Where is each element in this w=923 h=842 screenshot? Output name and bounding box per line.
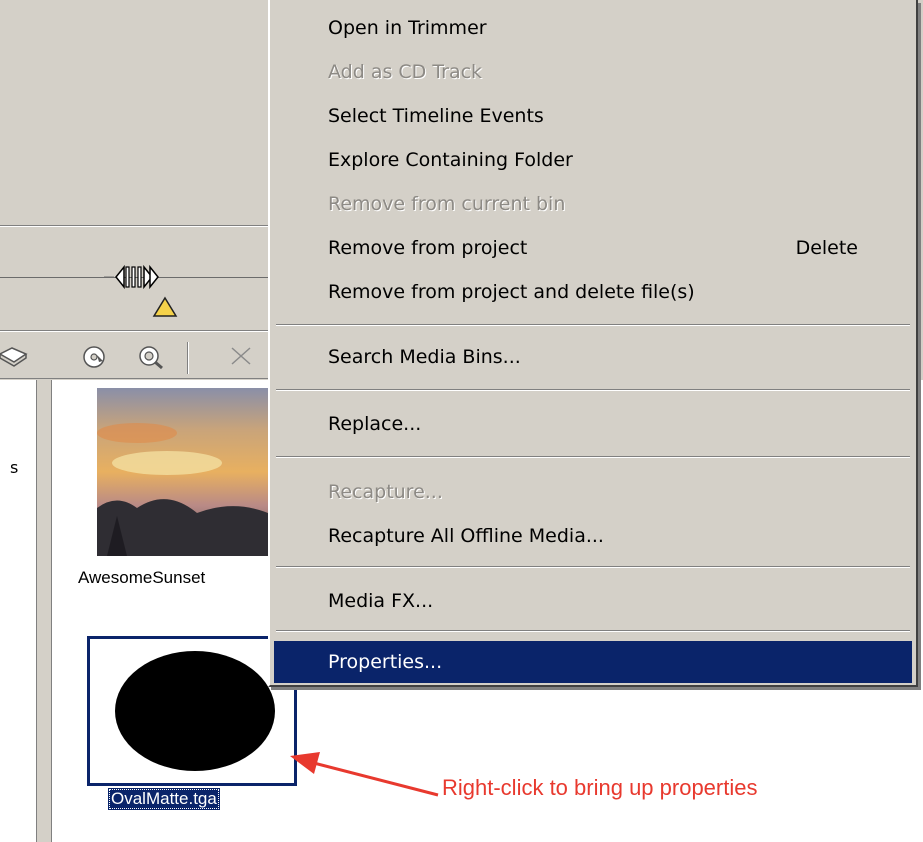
menu-item-media-fx[interactable]: Media FX... — [274, 580, 912, 622]
import-cd-icon[interactable] — [80, 344, 108, 370]
annotation-arrow-icon — [290, 752, 439, 797]
menu-separator — [276, 630, 910, 632]
menu-item-remove-from-current-bin[interactable]: Remove from current bin — [274, 183, 912, 225]
oval-matte-caption[interactable]: OvalMatte.tga — [108, 788, 220, 810]
open-folder-icon[interactable] — [0, 344, 28, 370]
annotation-text: Right-click to bring up properties — [442, 775, 758, 800]
divider — [0, 378, 275, 379]
oval-matte-thumbnail[interactable] — [87, 636, 297, 786]
search-media-icon[interactable] — [137, 344, 165, 370]
oval-shape — [115, 651, 275, 771]
menu-item-search-media-bins[interactable]: Search Media Bins... — [274, 336, 912, 378]
menu-separator — [276, 456, 910, 458]
menu-item-remove-and-delete-files[interactable]: Remove from project and delete file(s) — [274, 271, 912, 313]
menu-item-explore-containing-folder[interactable]: Explore Containing Folder — [274, 139, 912, 181]
menu-item-shortcut: Delete — [795, 237, 858, 259]
pane-splitter[interactable] — [37, 380, 52, 842]
toolbar-separator — [187, 342, 189, 374]
menu-item-replace[interactable]: Replace... — [274, 403, 912, 445]
sunset-caption[interactable]: AwesomeSunset — [78, 568, 205, 588]
menu-item-recapture[interactable]: Recapture... — [274, 471, 912, 513]
menu-separator — [276, 389, 910, 391]
scrubber-icon[interactable] — [104, 262, 194, 292]
cut-icon[interactable] — [228, 344, 256, 370]
menu-item-label: Remove from project — [328, 237, 528, 259]
menu-separator — [276, 324, 910, 326]
warning-icon — [152, 296, 178, 317]
media-toolbar — [0, 332, 275, 378]
divider-highlight — [0, 226, 275, 227]
menu-separator — [276, 566, 910, 568]
media-bin-tree[interactable] — [0, 380, 37, 842]
menu-item-add-as-cd-track[interactable]: Add as CD Track — [274, 51, 912, 93]
sunset-thumbnail[interactable] — [97, 388, 275, 556]
tree-item-label[interactable]: s — [10, 458, 18, 477]
menu-item-properties[interactable]: Properties... — [274, 641, 912, 683]
menu-item-open-in-trimmer[interactable]: Open in Trimmer — [274, 7, 912, 49]
context-menu: Open in Trimmer Add as CD Track Select T… — [268, 0, 918, 687]
menu-item-recapture-all-offline[interactable]: Recapture All Offline Media... — [274, 515, 912, 557]
menu-item-select-timeline-events[interactable]: Select Timeline Events — [274, 95, 912, 137]
menu-item-remove-from-project[interactable]: Remove from project Delete — [274, 227, 912, 269]
